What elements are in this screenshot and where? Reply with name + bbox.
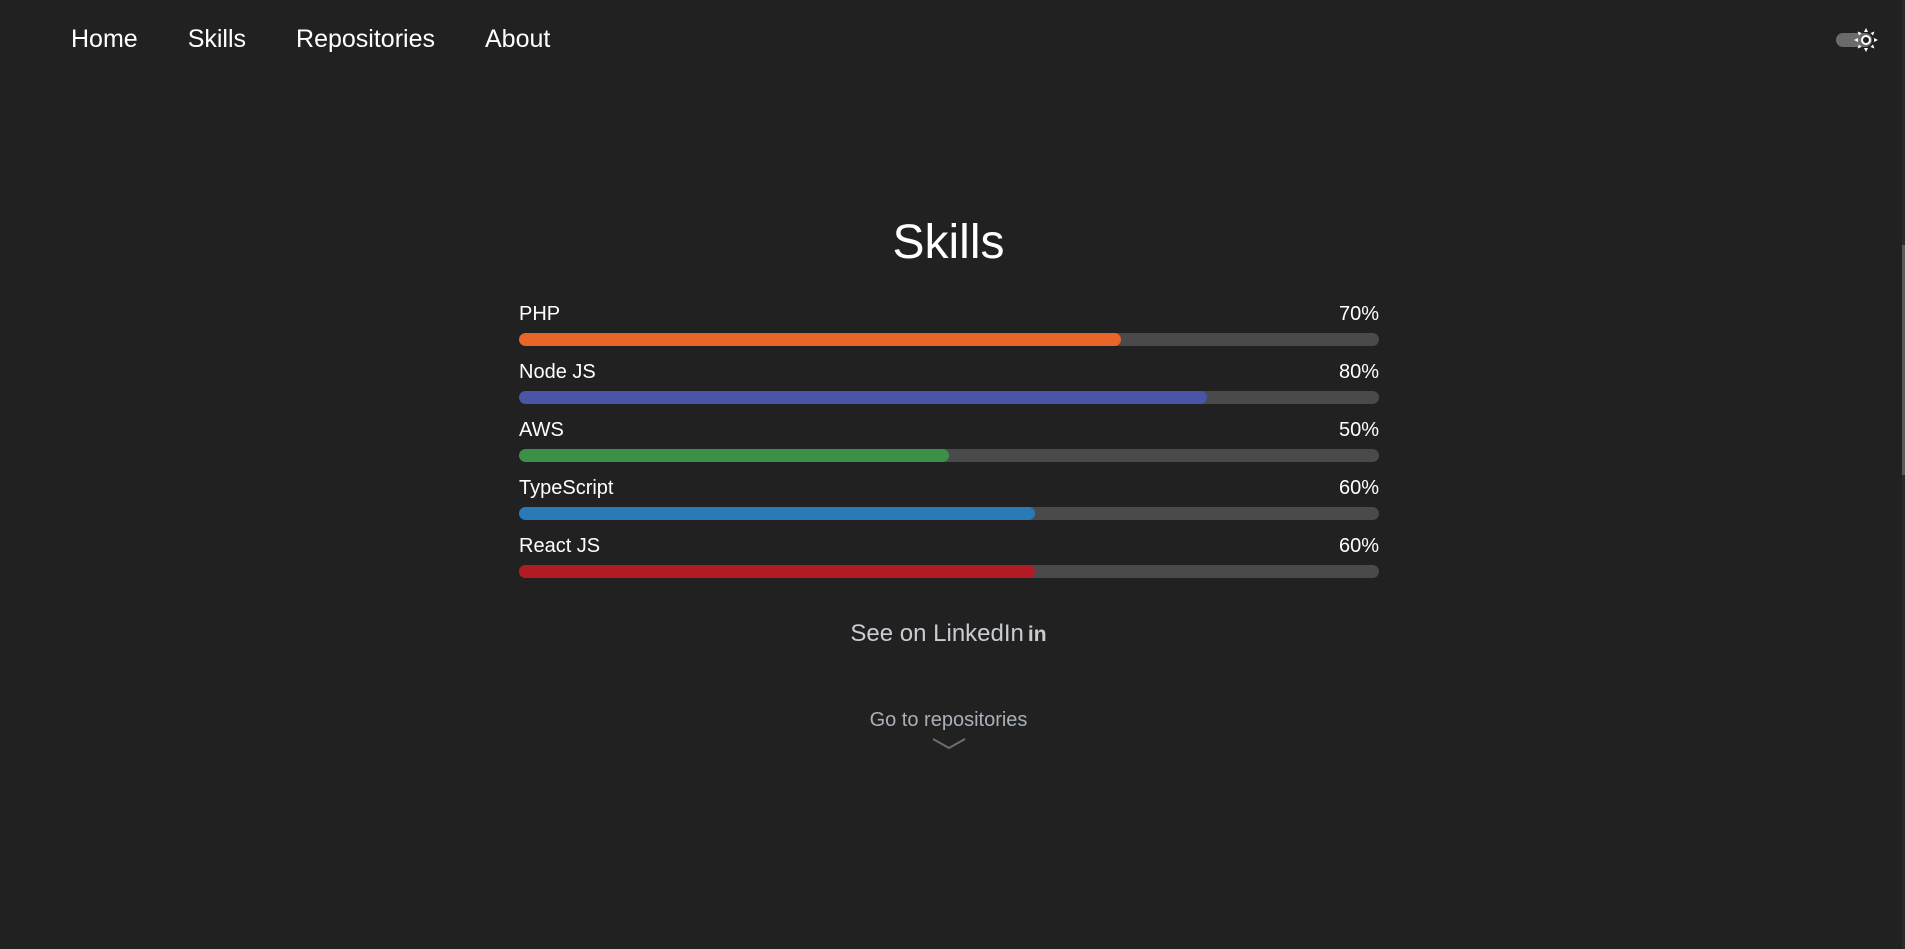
- skill-progress-fill: [519, 449, 949, 462]
- skill-percent: 60%: [1338, 477, 1379, 499]
- skill-percent: 70%: [1338, 303, 1379, 325]
- skill-percent: 80%: [1338, 361, 1379, 383]
- chevron-down-icon[interactable]: [931, 737, 967, 751]
- nav-about[interactable]: About: [485, 26, 550, 52]
- skill-progress-bar: [519, 507, 1379, 520]
- skill-item: TypeScript 60%: [519, 476, 1379, 534]
- linkedin-link[interactable]: See on LinkedIn in: [0, 620, 1897, 648]
- theme-toggle[interactable]: [1836, 28, 1878, 52]
- skill-item: React JS 60%: [519, 534, 1379, 592]
- skill-item: AWS 50%: [519, 418, 1379, 476]
- nav-skills[interactable]: Skills: [188, 26, 246, 52]
- skill-item: Node JS 80%: [519, 360, 1379, 418]
- skills-title: Skills: [892, 216, 1005, 269]
- skill-name: Node JS: [519, 361, 596, 383]
- skill-percent: 50%: [1338, 419, 1379, 441]
- skill-percent: 60%: [1338, 535, 1379, 557]
- skill-name: PHP: [519, 303, 561, 325]
- skills-list: PHP 70% Node JS 80% AWS 50% TypeScript 6…: [519, 302, 1379, 592]
- skill-name: React JS: [519, 535, 601, 557]
- skill-progress-fill: [519, 565, 1035, 578]
- sun-icon: [1854, 28, 1878, 52]
- nav-home[interactable]: Home: [71, 26, 138, 52]
- skill-progress-bar: [519, 565, 1379, 578]
- skill-progress-fill: [519, 391, 1207, 404]
- skill-progress-bar: [519, 449, 1379, 462]
- nav-repositories[interactable]: Repositories: [296, 26, 435, 52]
- linkedin-label: See on LinkedIn: [850, 620, 1024, 647]
- linkedin-icon: in: [1027, 623, 1047, 646]
- skill-name: TypeScript: [519, 477, 614, 499]
- skill-progress-fill: [519, 333, 1121, 346]
- skill-progress-fill: [519, 507, 1035, 520]
- go-to-repositories-link[interactable]: Go to repositories: [0, 709, 1897, 732]
- skill-name: AWS: [519, 419, 564, 441]
- page: Home Skills Repositories About Skills PH…: [0, 0, 1905, 949]
- skill-progress-bar: [519, 333, 1379, 346]
- skill-progress-bar: [519, 391, 1379, 404]
- skill-item: PHP 70%: [519, 302, 1379, 360]
- top-nav: Home Skills Repositories About: [0, 0, 1905, 78]
